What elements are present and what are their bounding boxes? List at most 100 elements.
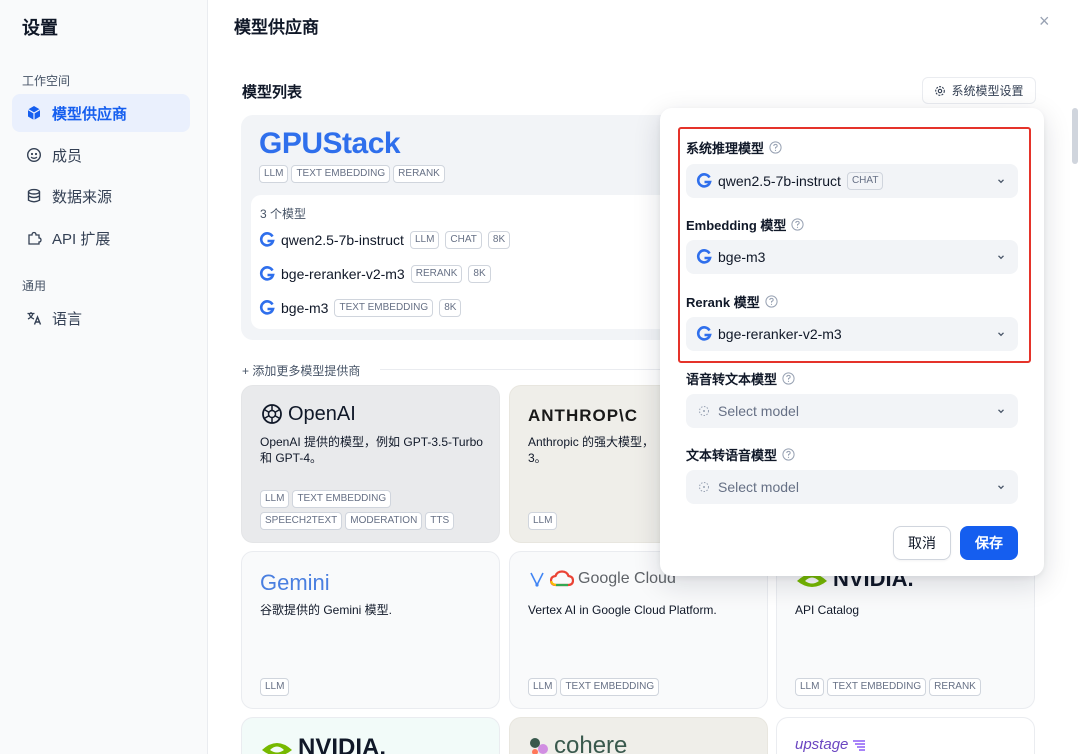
provider-desc: API Catalog [795,603,860,617]
help-icon[interactable] [782,372,795,385]
tag: RERANK [393,165,445,183]
upstage-stripes-icon [853,739,866,751]
page-title: 模型供应商 [234,18,319,37]
sidebar-item-language[interactable]: 语言 [12,299,190,337]
tag: LLM [795,678,825,696]
puzzle-icon [28,231,42,245]
sidebar-item-label: 模型供应商 [52,105,128,123]
highlight-annotation-box [678,127,1031,363]
scrollbar[interactable] [1072,108,1078,164]
chevron-down-icon [998,409,1004,414]
sidebar-title: 设置 [22,18,58,38]
gpustack-g-icon [259,300,275,315]
gear-icon [935,85,946,96]
upstage-logo-text: upstage [795,736,849,753]
add-more-providers-label: + 添加更多模型提供商 [242,364,361,378]
model-row[interactable]: bge-reranker-v2-m3 RERANK 8K [259,265,491,283]
sidebar-item-api-extension[interactable]: API 扩展 [12,219,190,257]
provider-desc: 谷歌提供的 Gemini 模型. [260,603,393,617]
provider-desc: Vertex AI in Google Cloud Platform. [528,603,717,617]
tag: RERANK [929,678,981,696]
provider-desc: OpenAI 提供的模型，例如 GPT-3.5-Turbo 和 GPT-4。 [260,435,483,465]
tag: TEXT EMBEDDING [827,678,927,696]
divider [380,369,670,370]
chevron-down-icon [998,485,1004,490]
sidebar-item-data-source[interactable]: 数据来源 [12,177,190,215]
model-name: bge-reranker-v2-m3 [281,266,405,282]
provider-tags: LLM TEXT EMBEDDING [260,490,392,508]
sidebar-item-label: 成员 [52,147,83,165]
model-row[interactable]: bge-m3 TEXT EMBEDDING 8K [259,299,462,317]
openai-logo: OpenAI [260,402,356,426]
sidebar-item-label: API 扩展 [52,230,111,248]
system-model-settings-label: 系统模型设置 [951,84,1024,98]
tag: SPEECH2TEXT [260,512,343,530]
provider-card-cohere[interactable]: cohere [509,717,768,754]
tag: LLM [260,490,290,508]
anthropic-logo: ANTHROP\C [528,406,639,425]
provider-tags: LLM TEXT EMBEDDING [528,678,660,696]
provider-tags: LLM [260,678,290,696]
tag: 8K [468,265,491,283]
cohere-icon [530,738,548,754]
field-label: 语音转文本模型 [686,372,778,387]
sidebar-item-label: 数据来源 [52,188,113,206]
tag: LLM [409,231,440,249]
gpustack-g-icon [259,232,275,247]
provider-tags: LLM [528,512,558,530]
nvidia-logo: NVIDIA. [260,734,386,754]
sidebar-item-model-provider[interactable]: 模型供应商 [12,94,190,132]
sidebar-group-workspace: 工作空间 [22,74,71,88]
field-label: 文本转语音模型 [686,448,778,463]
tag: TTS [425,512,455,530]
gemini-logo: Gemini [260,570,330,595]
database-icon [27,188,41,203]
tag: LLM [528,512,558,530]
tag: 8K [487,231,511,249]
nvidia-eye-icon [262,743,292,754]
provider-card-upstage[interactable]: upstage [776,717,1035,754]
sidebar-item-members[interactable]: 成员 [12,136,190,174]
tag: 8K [439,299,462,317]
sidebar: 设置 工作空间 模型供应商 成员 数据来源 API 扩展 通用 语言 [0,0,208,754]
model-placeholder-icon [699,406,709,416]
tag: RERANK [410,265,463,283]
gpustack-model-list: 3 个模型 qwen2.5-7b-instruct LLM CHAT 8K bg… [251,195,681,329]
tag: TEXT EMBEDDING [291,165,391,183]
model-list-title: 模型列表 [242,84,303,101]
model-row[interactable]: qwen2.5-7b-instruct LLM CHAT 8K [259,231,511,249]
gpustack-g-icon [259,266,275,281]
members-icon [26,147,42,163]
nvidia-logo-text: NVIDIA. [298,734,387,754]
tag: TEXT EMBEDDING [334,299,434,317]
provider-card-nvidia[interactable]: NVIDIA. [241,717,500,754]
speech-to-text-model-select[interactable]: Select model [686,394,1018,428]
help-icon[interactable] [782,448,795,461]
save-button[interactable]: 保存 [960,526,1018,560]
tag: CHAT [445,231,482,249]
tag: LLM [259,165,289,183]
system-model-settings-button[interactable]: 系统模型设置 [922,77,1036,104]
cancel-button[interactable]: 取消 [893,526,951,560]
cohere-logo-text: cohere [554,732,628,754]
provider-card-openai[interactable]: OpenAI OpenAI 提供的模型，例如 GPT-3.5-Turbo 和 G… [241,385,500,543]
model-count: 3 个模型 [260,207,307,221]
gpustack-tags: LLM TEXT EMBEDDING RERANK [259,165,445,183]
cohere-logo: cohere [528,732,627,754]
text-to-speech-model-label: 文本转语音模型 [686,445,795,464]
model-name: qwen2.5-7b-instruct [281,232,404,248]
text-to-speech-model-select[interactable]: Select model [686,470,1018,504]
gpustack-provider-card[interactable]: GPUStack LLM TEXT EMBEDDING RERANK 3 个模型… [241,115,681,340]
sidebar-item-label: 语言 [52,310,83,328]
tag: LLM [260,678,290,696]
vertex-ai-icon [530,572,544,587]
model-name: bge-m3 [281,300,329,316]
openai-knot-icon [262,404,282,424]
close-icon[interactable]: × [1039,12,1050,30]
provider-card-gemini[interactable]: Gemini 谷歌提供的 Gemini 模型. LLM [241,551,500,709]
translate-icon [27,312,42,325]
google-cloud-icon [550,570,574,587]
tag: LLM [528,678,558,696]
select-placeholder: Select model [718,403,799,419]
google-cloud-logo: Google Cloud [528,570,676,588]
